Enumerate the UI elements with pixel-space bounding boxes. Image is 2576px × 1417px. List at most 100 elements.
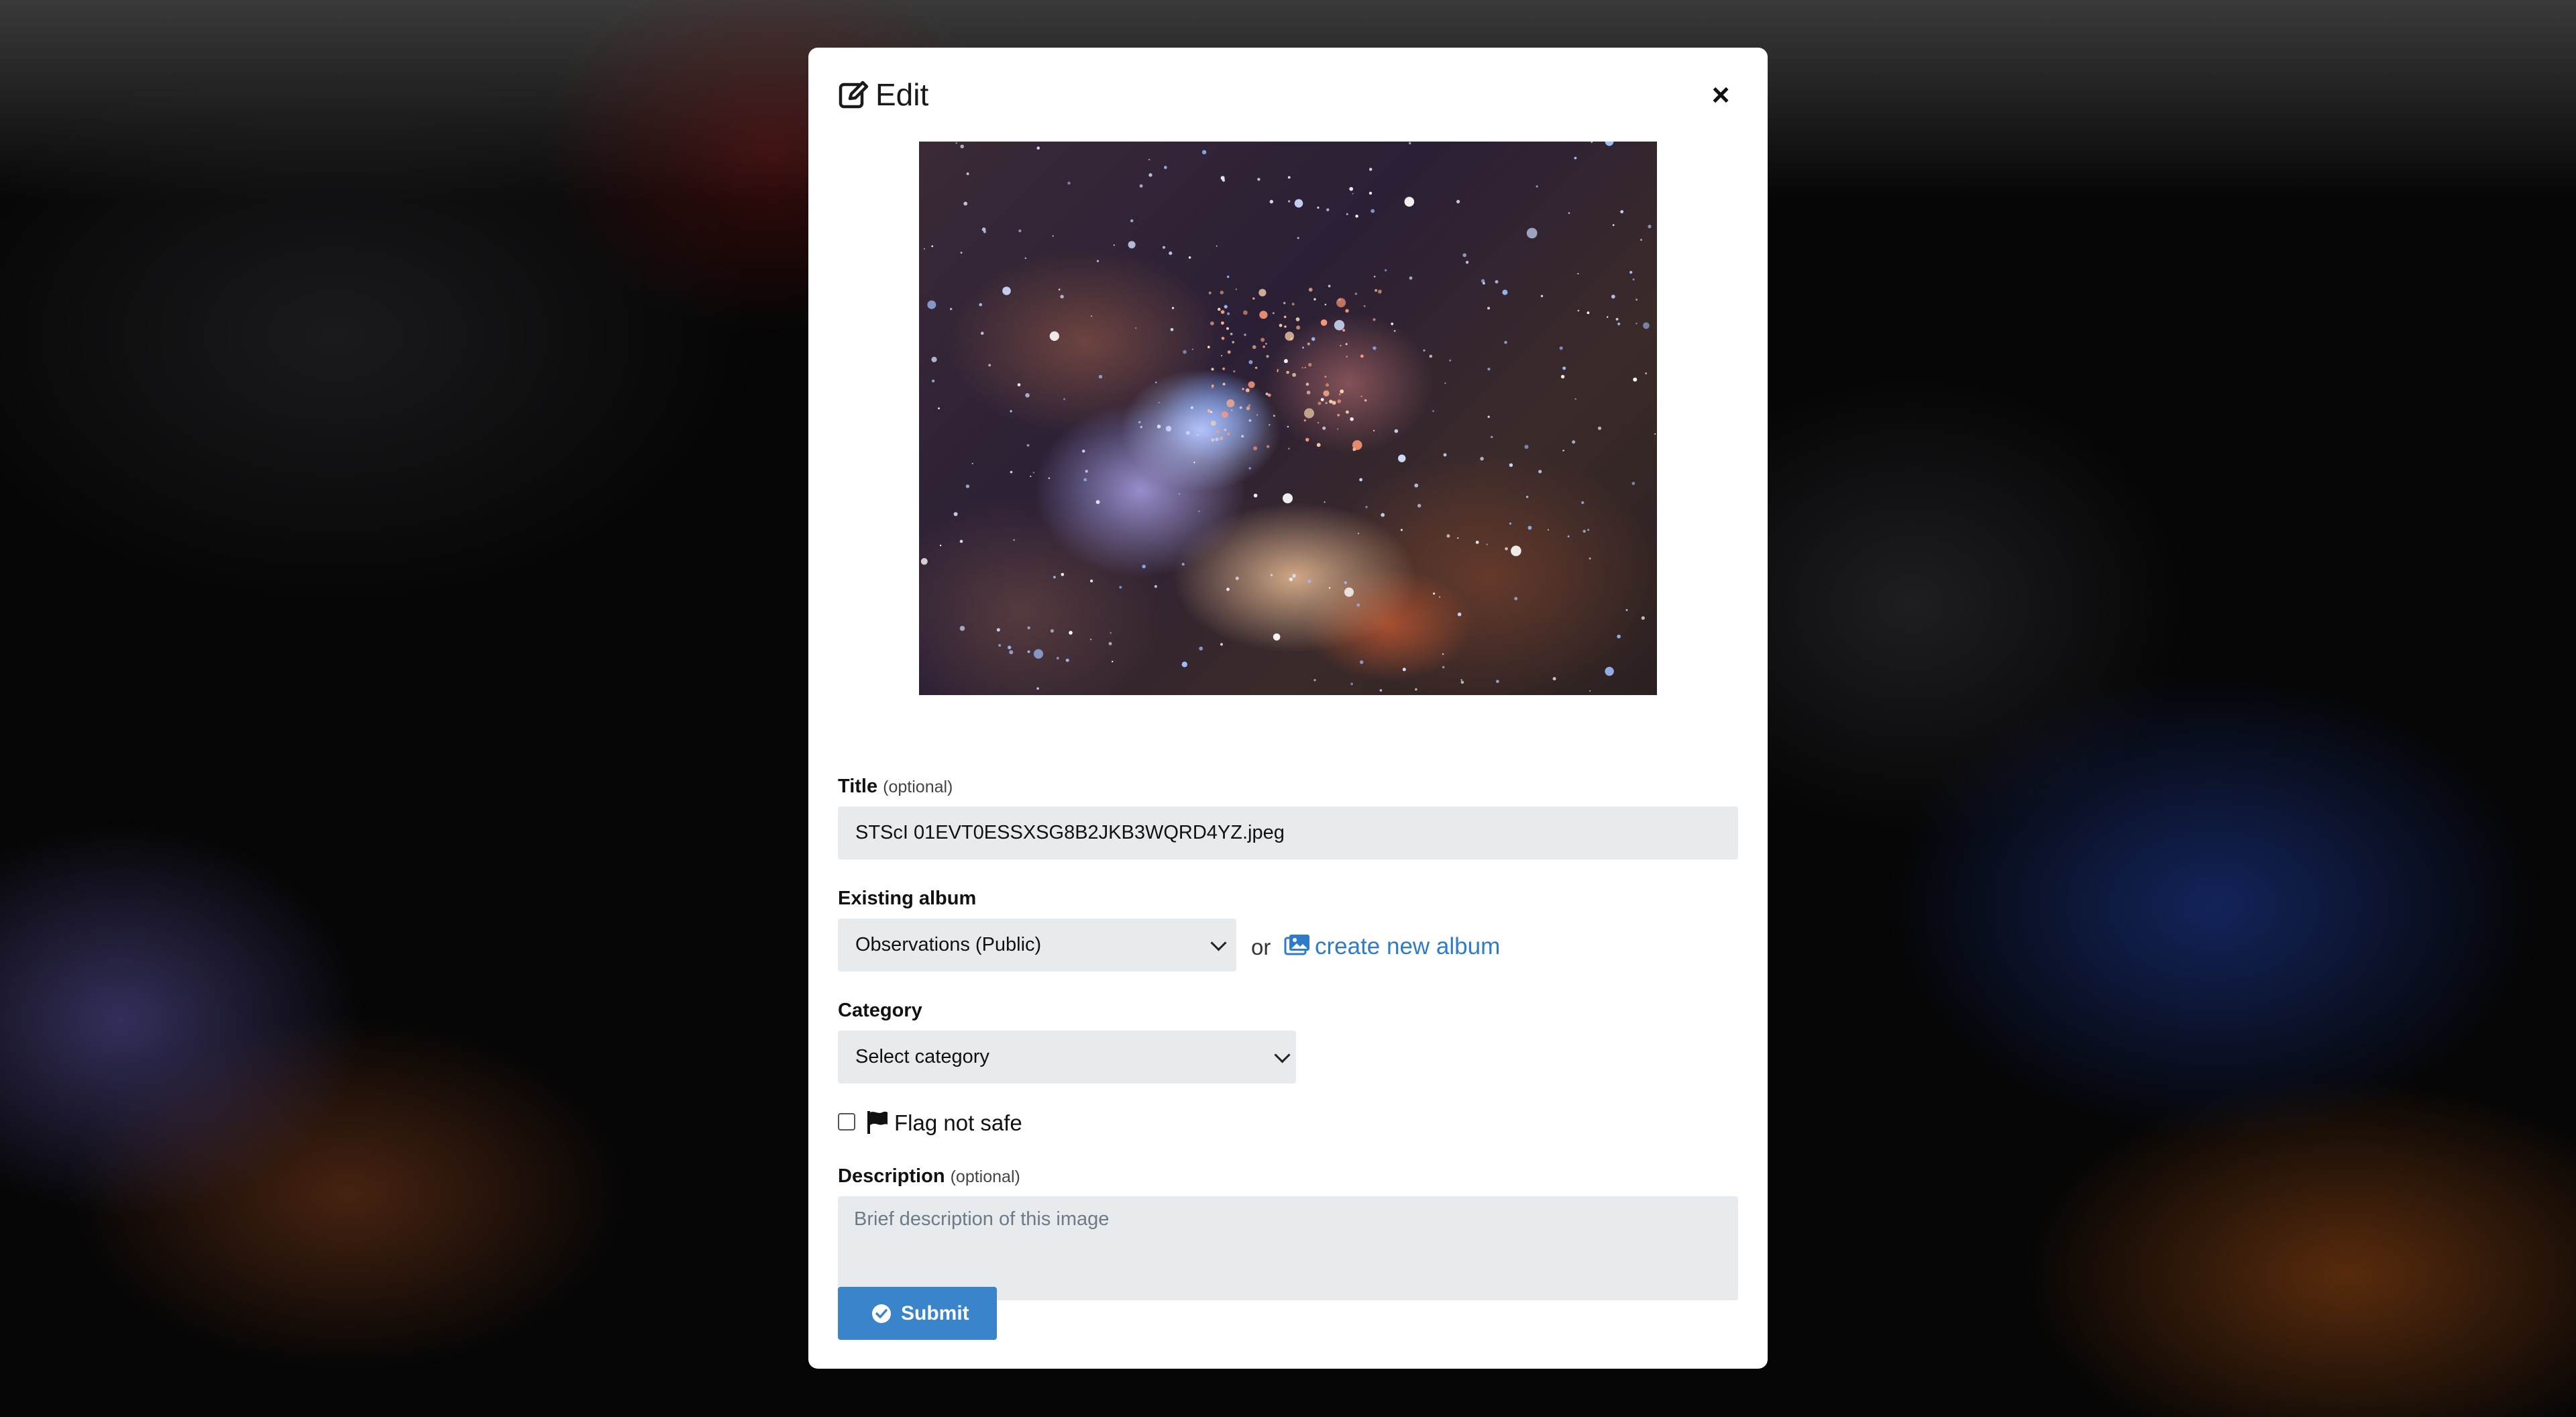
star: [1574, 398, 1576, 400]
star: [1340, 389, 1344, 394]
star: [1211, 438, 1215, 442]
star: [1342, 329, 1345, 332]
star: [1049, 331, 1059, 342]
check-circle-icon: [872, 1304, 891, 1323]
star: [1317, 421, 1320, 424]
star: [1368, 191, 1373, 195]
star: [1283, 315, 1287, 319]
star: [1221, 337, 1225, 340]
star: [1645, 372, 1648, 374]
star: [1318, 401, 1322, 405]
star: [1349, 187, 1354, 191]
description-textarea[interactable]: Brief description of this image: [838, 1196, 1738, 1300]
star: [1444, 382, 1446, 384]
star: [1287, 200, 1291, 203]
image-preview: [919, 142, 1657, 695]
star: [1355, 215, 1358, 218]
star: [1307, 342, 1310, 346]
album-select[interactable]: Observations (Public): [838, 919, 1236, 972]
star: [1607, 316, 1609, 318]
star: [1053, 576, 1056, 579]
description-optional-label: (optional): [950, 1167, 1020, 1186]
star: [1218, 307, 1221, 311]
star: [1265, 343, 1267, 345]
star: [1258, 288, 1267, 297]
star: [1524, 445, 1529, 449]
star: [1211, 386, 1214, 388]
star: [963, 201, 968, 206]
star: [920, 558, 928, 565]
star: [1360, 660, 1364, 664]
star: [1277, 369, 1279, 371]
category-select[interactable]: Select category: [838, 1031, 1296, 1084]
star: [1540, 295, 1544, 297]
star: [1191, 348, 1193, 350]
star: [1307, 579, 1311, 584]
star: [1514, 596, 1518, 600]
star: [1056, 657, 1059, 660]
star: [953, 512, 958, 517]
star: [1211, 368, 1214, 371]
star: [1248, 467, 1251, 470]
star: [1266, 355, 1269, 358]
close-icon[interactable]: ×: [1703, 77, 1738, 112]
star: [1311, 337, 1316, 342]
star: [1018, 229, 1022, 233]
star: [1346, 213, 1348, 215]
star: [1231, 409, 1233, 411]
star: [1409, 276, 1413, 280]
nebula-stars: [920, 142, 1656, 692]
star: [1008, 645, 1012, 649]
star: [1354, 293, 1357, 295]
star: [1443, 453, 1447, 457]
star: [1346, 410, 1349, 414]
star: [1259, 311, 1268, 319]
category-label: Category: [838, 1000, 922, 1021]
star: [1384, 269, 1387, 272]
star: [1220, 310, 1225, 314]
star: [1297, 237, 1299, 240]
star: [1635, 299, 1638, 301]
star: [1597, 426, 1602, 430]
star: [1605, 142, 1614, 146]
star: [1547, 529, 1549, 531]
star: [1027, 626, 1030, 629]
star: [1096, 260, 1099, 262]
star: [1215, 437, 1219, 441]
star: [1289, 577, 1293, 582]
star: [1612, 224, 1615, 226]
star: [1138, 421, 1141, 423]
title-input[interactable]: STScI 01EVT0ESSXSG8B2JKB3WQRD4YZ.jpeg: [838, 806, 1738, 859]
star: [1462, 253, 1466, 258]
star: [1357, 533, 1360, 535]
star: [1207, 409, 1211, 413]
star: [1033, 649, 1044, 659]
star: [1181, 563, 1185, 566]
star: [1216, 429, 1220, 433]
star: [1081, 450, 1085, 453]
star: [1220, 176, 1225, 180]
star: [1260, 337, 1265, 342]
star: [1345, 309, 1349, 313]
flag-not-safe-checkbox[interactable]: [838, 1113, 855, 1131]
star: [1221, 411, 1228, 418]
star: [931, 356, 937, 362]
star: [1460, 680, 1464, 684]
star: [1245, 388, 1250, 392]
star: [1552, 677, 1556, 681]
star: [1632, 278, 1635, 280]
star: [988, 364, 991, 367]
star: [1350, 682, 1353, 686]
album-select-value: Observations (Public): [855, 934, 1042, 955]
chevron-down-icon: [1274, 1046, 1291, 1063]
star: [1221, 355, 1223, 357]
star: [1135, 327, 1137, 329]
star: [1048, 477, 1051, 479]
star: [938, 407, 940, 409]
create-new-album-link[interactable]: create new album: [1284, 933, 1500, 960]
star: [1085, 470, 1088, 473]
submit-button[interactable]: Submit: [838, 1287, 997, 1340]
star: [1010, 410, 1012, 413]
star: [1536, 185, 1538, 188]
star: [1285, 331, 1294, 341]
